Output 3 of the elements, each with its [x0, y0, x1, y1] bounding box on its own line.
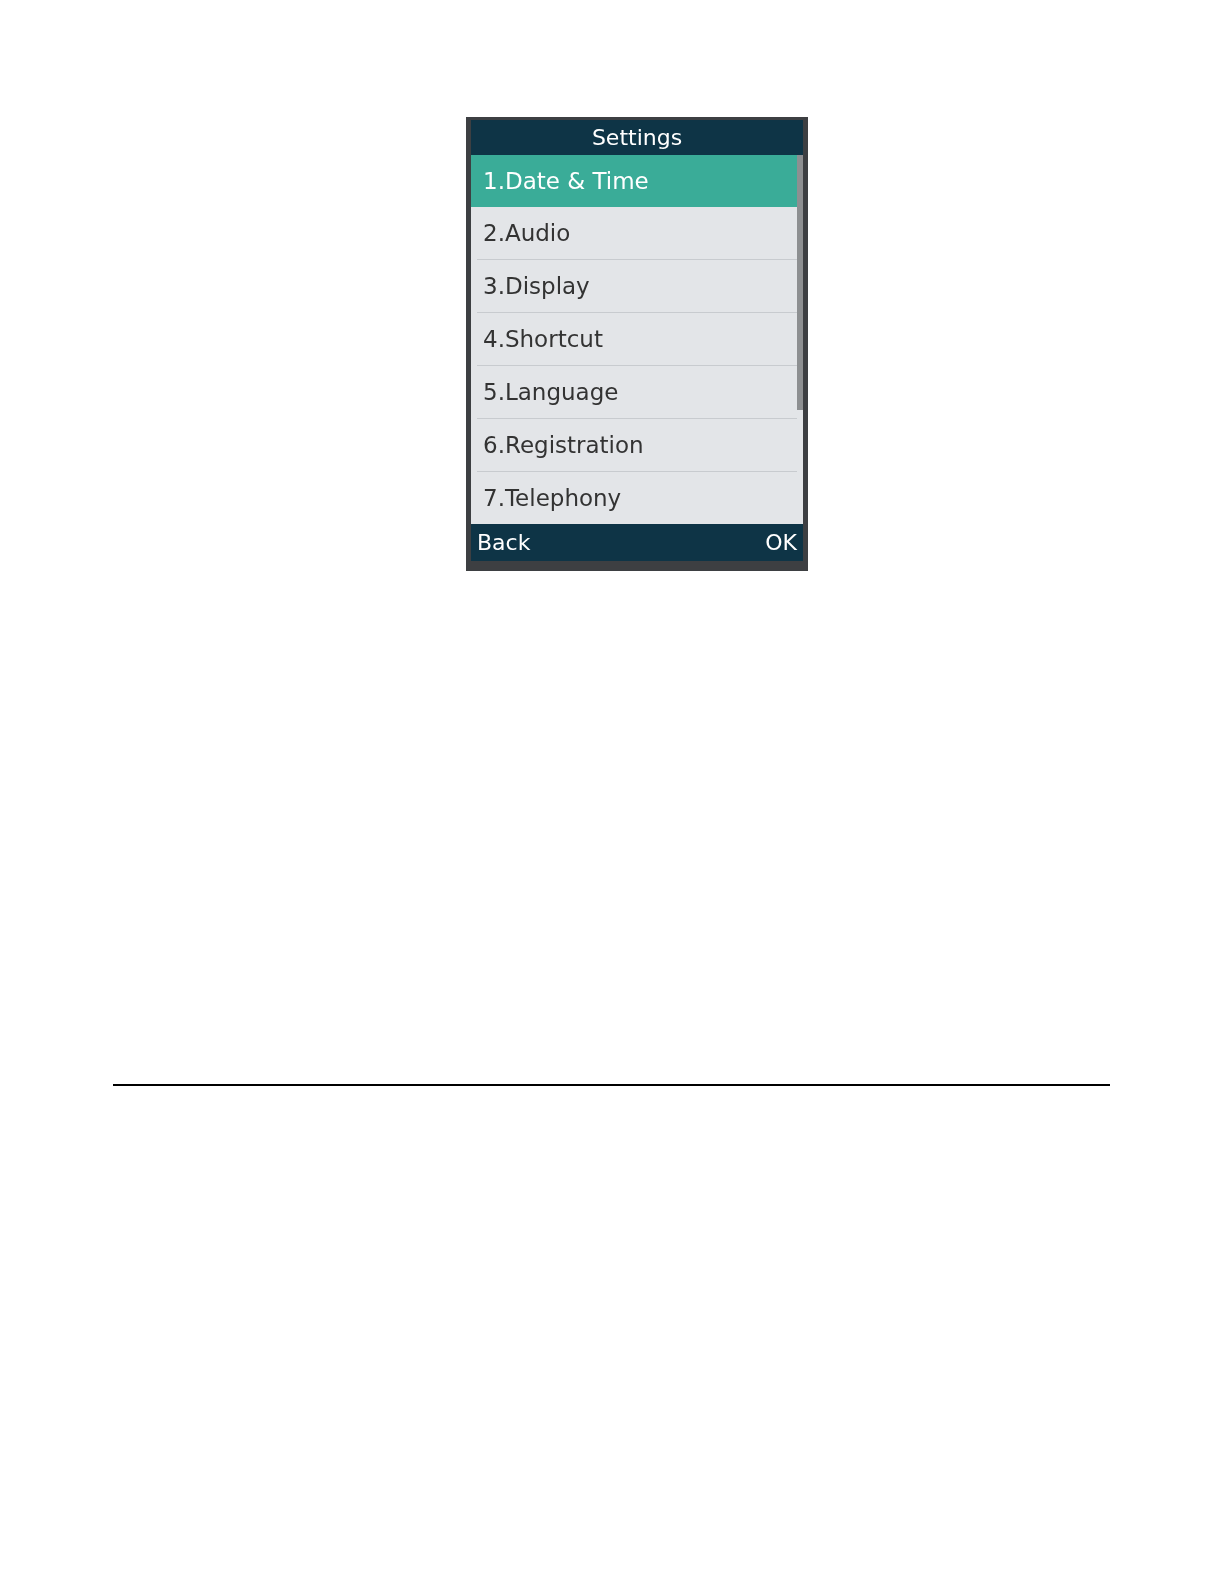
back-softkey[interactable]: Back	[477, 530, 531, 555]
screen-title: Settings	[591, 126, 683, 149]
ok-softkey[interactable]: OK	[765, 530, 797, 555]
